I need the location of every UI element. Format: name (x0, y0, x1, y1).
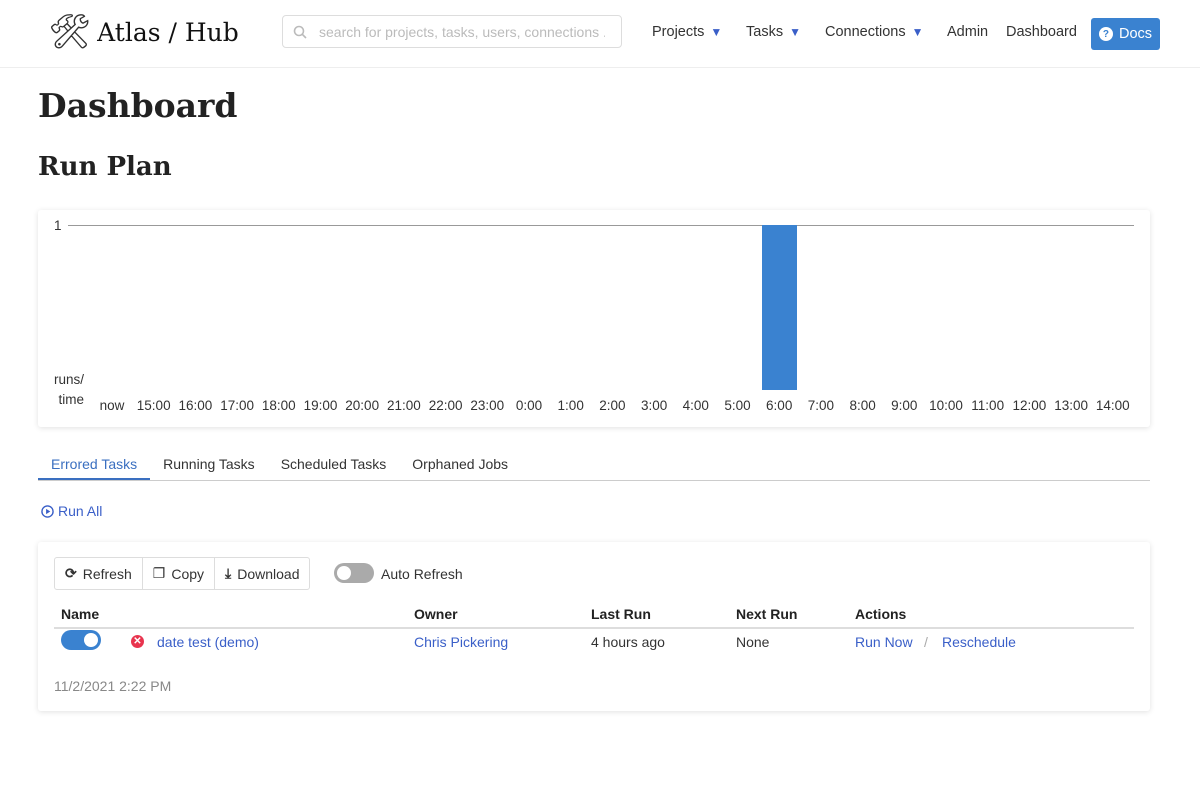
nav-connections[interactable]: Connections ▼ (825, 24, 924, 40)
x-tick-label: 10:00 (929, 398, 963, 413)
question-icon: ? (1098, 27, 1113, 41)
col-header-actions: Actions (855, 606, 907, 622)
tab-scheduled-tasks[interactable]: Scheduled Tasks (268, 450, 400, 480)
x-tick-label: 12:00 (1012, 398, 1047, 413)
brand-logo[interactable]: 🛠 Atlas / Hub (48, 12, 239, 52)
tools-icon: 🛠 (48, 13, 92, 51)
run-now-link[interactable]: Run Now (855, 634, 913, 650)
action-separator: / (924, 634, 928, 650)
x-tick-label: 21:00 (386, 398, 421, 413)
copy-label: Copy (171, 565, 205, 582)
x-tick-label: 1:00 (557, 398, 584, 413)
refresh-button[interactable]: ⟳ Refresh (55, 558, 143, 589)
last-run: 4 hours ago (591, 634, 665, 650)
x-tick-label: 19:00 (303, 398, 338, 413)
chevron-down-icon: ▼ (911, 25, 924, 39)
copy-icon: ❐ (152, 565, 166, 581)
docs-button[interactable]: ? Docs (1091, 18, 1160, 50)
reschedule-link[interactable]: Reschedule (942, 634, 1016, 650)
chevron-down-icon: ▼ (710, 25, 723, 39)
download-label: Download (237, 565, 300, 582)
task-tabs: Errored Tasks Running Tasks Scheduled Ta… (38, 450, 1150, 481)
x-tick-label: 2:00 (599, 398, 626, 413)
nav-projects[interactable]: Projects ▼ (652, 24, 722, 40)
x-tick-label: now (99, 398, 125, 413)
errored-tasks-card: ⟳ Refresh ❐ Copy ⤓ Download Auto Refresh Na… (38, 542, 1150, 711)
search-icon (293, 25, 307, 39)
error-icon: ✕ (131, 635, 144, 648)
owner-link[interactable]: Chris Pickering (414, 634, 508, 650)
search-input[interactable] (317, 22, 607, 41)
x-tick-label: 8:00 (849, 398, 876, 413)
x-tick-label: 14:00 (1095, 398, 1130, 413)
timestamp: 11/2/2021 2:22 PM (54, 678, 172, 694)
run-all-label: Run All (58, 503, 103, 519)
next-run: None (736, 634, 770, 650)
x-tick-label: 4:00 (682, 398, 709, 413)
x-tick-label: 22:00 (428, 398, 463, 413)
tab-running-tasks[interactable]: Running Tasks (150, 450, 268, 480)
y-axis-label: runs/ time (54, 372, 85, 407)
x-tick-label: 0:00 (515, 398, 543, 413)
nav-label: Dashboard (1006, 24, 1077, 40)
x-tick-label: 18:00 (261, 398, 296, 413)
refresh-label: Refresh (82, 565, 132, 582)
x-tick-label: 15:00 (136, 398, 171, 413)
toolbar: ⟳ Refresh ❐ Copy ⤓ Download (54, 557, 311, 590)
nav-label: Projects (652, 24, 705, 40)
nav-dashboard[interactable]: Dashboard (1006, 24, 1077, 40)
col-header-name[interactable]: Name (61, 606, 99, 622)
section-title: Run Plan (38, 152, 172, 182)
x-tick-label: 23:00 (470, 398, 505, 413)
nav-label: Connections (825, 24, 906, 40)
run-all-button[interactable]: Run All (41, 503, 102, 519)
nav-label: Tasks (746, 24, 784, 40)
download-button[interactable]: ⤓ Download (215, 558, 309, 589)
x-tick-label: 13:00 (1054, 398, 1088, 413)
auto-refresh-toggle[interactable] (334, 563, 374, 583)
col-header-owner[interactable]: Owner (414, 606, 458, 622)
x-tick-label: 16:00 (178, 398, 213, 413)
auto-refresh-label: Auto Refresh (381, 566, 463, 582)
docs-label: Docs (1118, 26, 1153, 42)
col-header-next-run[interactable]: Next Run (736, 606, 797, 622)
gridline (68, 225, 1134, 226)
x-tick-label: 7:00 (807, 398, 835, 413)
download-icon: ⤓ (225, 565, 232, 581)
x-tick-label: 9:00 (891, 398, 918, 413)
x-tick-label: 11:00 (971, 398, 1005, 413)
x-tick-label: 5:00 (724, 398, 751, 413)
task-name-link[interactable]: date test (demo) (157, 634, 259, 650)
x-tick-label: 17:00 (220, 398, 254, 413)
y-tick-label: 1 (54, 218, 62, 233)
nav-tasks[interactable]: Tasks ▼ (746, 24, 801, 40)
top-nav: 🛠 Atlas / Hub Projects ▼ Tasks ▼ Connectio… (0, 0, 1200, 68)
play-circle-icon (41, 504, 54, 518)
bar[interactable] (762, 225, 798, 390)
nav-label: Admin (947, 24, 989, 40)
x-tick-label: 20:00 (345, 398, 380, 413)
chevron-down-icon: ▼ (789, 25, 801, 39)
page-title: Dashboard (38, 86, 238, 125)
refresh-icon: ⟳ (65, 565, 77, 581)
header-divider (54, 627, 1134, 629)
tab-errored-tasks[interactable]: Errored Tasks (38, 450, 151, 480)
brand-name: Atlas / Hub (97, 17, 239, 47)
search-box[interactable] (282, 15, 622, 48)
tab-orphaned-jobs[interactable]: Orphaned Jobs (399, 450, 521, 480)
nav-admin[interactable]: Admin (947, 24, 988, 40)
col-header-last-run[interactable]: Last Run (591, 606, 651, 622)
x-tick-label: 3:00 (640, 398, 668, 413)
run-plan-chart: 1 runs/ time now 15:00 16:00 17:00 18:00 19:0… (38, 210, 1150, 427)
task-enabled-toggle[interactable] (61, 630, 101, 650)
x-tick-label: 6:00 (766, 398, 793, 413)
copy-button[interactable]: ❐ Copy (143, 558, 216, 589)
